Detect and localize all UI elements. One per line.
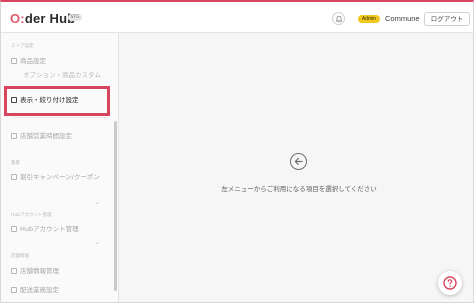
sidebar-item-account[interactable]: Hubアカウント管理 bbox=[11, 223, 79, 233]
help-icon bbox=[443, 276, 457, 290]
main-content: 左メニューからご利用になる項目を選択してください bbox=[119, 33, 473, 302]
sidebar-item-campaign[interactable]: 割引キャンペーン/クーポン bbox=[11, 171, 100, 181]
sidebar-item-store-management[interactable]: 店舗情報管理 bbox=[11, 265, 59, 275]
environment-badge: STG bbox=[68, 14, 82, 21]
arrow-left-icon bbox=[294, 157, 303, 166]
divider bbox=[11, 117, 109, 118]
chevron-down-icon[interactable]: ⌄ bbox=[95, 199, 100, 206]
empty-state-message: 左メニューからご利用になる項目を選択してください bbox=[221, 185, 377, 193]
notification-button[interactable] bbox=[332, 12, 345, 25]
help-button[interactable] bbox=[438, 271, 462, 295]
sidebar-item-label: 店舗情報管理 bbox=[20, 267, 59, 275]
back-button[interactable] bbox=[290, 153, 307, 170]
top-header: O:der Hub STG Admin Commune ログアウト bbox=[1, 2, 473, 33]
app-window: O:der Hub STG Admin Commune ログアウト ストア設定 … bbox=[0, 0, 474, 303]
sidebar-item-product-options[interactable]: オプション・商品カスタム bbox=[23, 69, 101, 79]
sidebar-item-store-hours[interactable]: 店舗営業時間設定 bbox=[11, 130, 72, 140]
app-logo[interactable]: O:der Hub bbox=[10, 11, 75, 26]
tag-icon bbox=[11, 174, 17, 180]
user-icon bbox=[11, 226, 17, 232]
product-icon bbox=[11, 58, 17, 64]
section-label-store: ストア設定 bbox=[11, 44, 34, 49]
sidebar-item-delivery[interactable]: 配送業務設定 bbox=[11, 284, 59, 294]
sidebar-item-label: 配送業務設定 bbox=[20, 286, 59, 294]
sidebar-item-label: 店舗営業時間設定 bbox=[20, 132, 72, 140]
clock-icon bbox=[11, 133, 17, 139]
section-label-store-info: 店舗情報 bbox=[11, 254, 29, 259]
sidebar-item-label: Hubアカウント管理 bbox=[20, 225, 79, 233]
sidebar-scrollbar[interactable] bbox=[114, 121, 117, 291]
bell-icon bbox=[335, 15, 343, 23]
sidebar-item-label: 割引キャンペーン/クーポン bbox=[20, 173, 100, 181]
section-label-campaign: 集客 bbox=[11, 161, 20, 166]
sidebar-nav: ストア設定 商品設定 オプション・商品カスタム 表示・絞り付け設定 店舗営業時間… bbox=[1, 33, 119, 302]
logout-button[interactable]: ログアウト bbox=[424, 12, 470, 26]
highlight-box bbox=[4, 86, 110, 116]
logo-mark: O: bbox=[10, 11, 25, 26]
chevron-down-icon[interactable]: ⌄ bbox=[95, 239, 100, 246]
section-label-account: Hubアカウント管理 bbox=[11, 213, 52, 218]
company-name: Commune bbox=[385, 14, 420, 23]
store-icon bbox=[11, 268, 17, 274]
admin-badge: Admin bbox=[358, 15, 380, 23]
sidebar-item-product-settings[interactable]: 商品設定 bbox=[11, 55, 46, 65]
sidebar-item-label: 商品設定 bbox=[20, 57, 46, 65]
truck-icon bbox=[11, 287, 17, 293]
